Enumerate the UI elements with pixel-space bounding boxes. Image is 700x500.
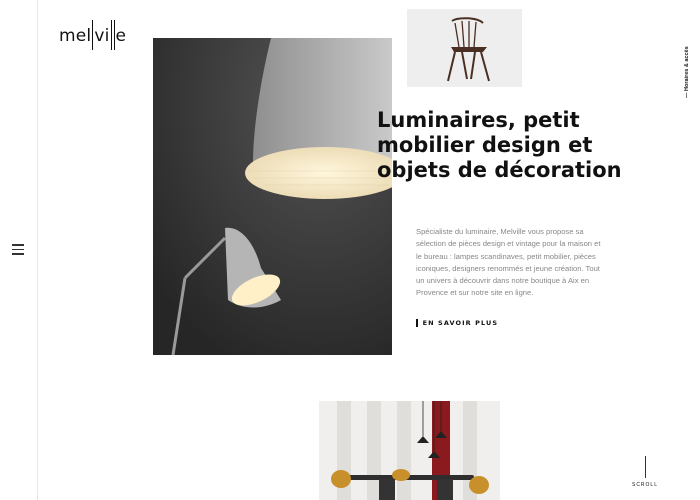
scroll-label: SCROLL (631, 482, 658, 488)
scroll-line-icon (644, 456, 646, 478)
learn-more-link[interactable]: EN SAVOIR PLUS (416, 318, 498, 327)
left-rail-divider (37, 0, 38, 500)
hamburger-menu-icon[interactable] (12, 244, 24, 255)
hero-description: Spécialiste du luminaire, Melville vous … (416, 227, 601, 298)
pendant-lamp-photo (153, 38, 392, 355)
hero-title: Luminaires, petit mobilier design et obj… (377, 108, 622, 182)
scroll-indicator[interactable]: SCROLL (630, 456, 660, 492)
dining-room-photo (319, 401, 500, 500)
cta-bar-icon (416, 318, 418, 327)
cta-label: EN SAVOIR PLUS (422, 318, 499, 327)
wooden-chair-photo (407, 9, 522, 87)
hours-access-link[interactable]: — Horaires & accès (684, 38, 694, 98)
melville-logo[interactable]: mel vi e (59, 20, 129, 52)
